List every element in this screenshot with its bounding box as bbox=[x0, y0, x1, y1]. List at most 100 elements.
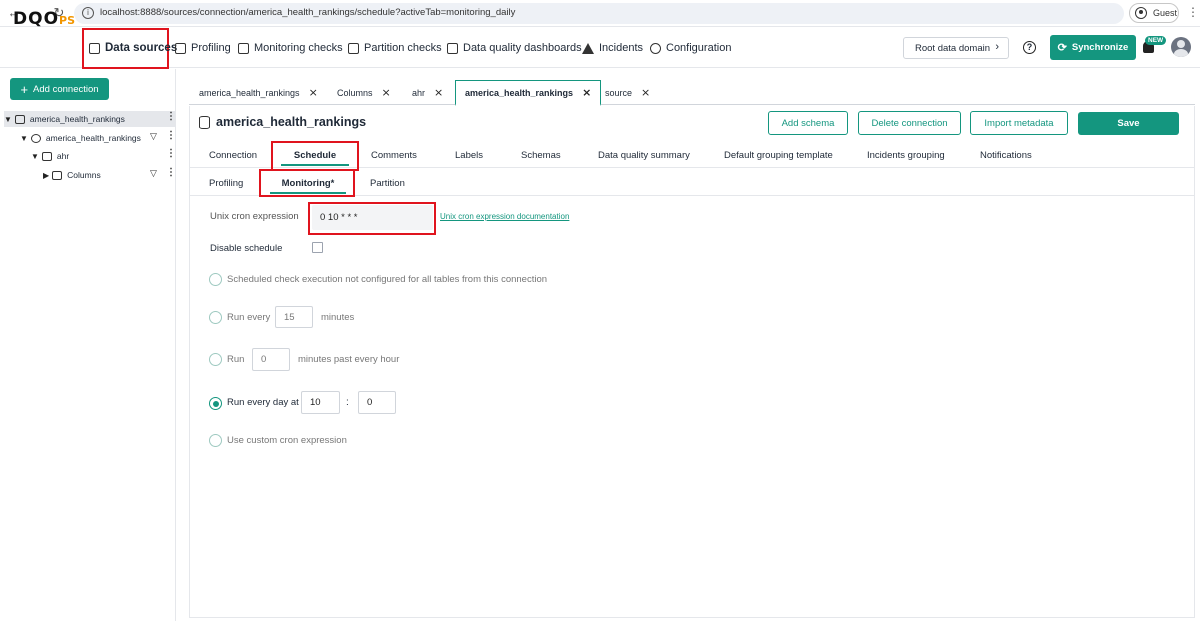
open-tab-active[interactable]: america_health_rankings × bbox=[455, 80, 602, 106]
nav-label: Data sources bbox=[105, 42, 178, 54]
nav-label: Profiling bbox=[191, 42, 231, 54]
schema-icon bbox=[30, 133, 41, 143]
nav-label: Data quality dashboards bbox=[463, 42, 582, 54]
logo-main: DQO bbox=[13, 9, 60, 29]
close-icon[interactable]: × bbox=[434, 86, 443, 99]
caret-down-icon: ▼ bbox=[31, 151, 39, 161]
open-tab[interactable]: source × bbox=[605, 80, 650, 105]
tab-notifications[interactable]: Notifications bbox=[980, 142, 1032, 168]
tab-data-quality-summary[interactable]: Data quality summary bbox=[598, 142, 690, 168]
browser-menu-icon[interactable]: ⋮ bbox=[1187, 5, 1199, 19]
kebab-menu-icon[interactable]: ⋮ bbox=[166, 130, 176, 141]
radio-custom-cron[interactable] bbox=[209, 434, 222, 447]
tab-incidents-grouping[interactable]: Incidents grouping bbox=[867, 142, 945, 168]
cron-documentation-link[interactable]: Unix cron expression documentation bbox=[440, 212, 569, 221]
partition-icon bbox=[348, 42, 359, 54]
run-every-minutes-input[interactable]: 15 bbox=[275, 306, 313, 328]
address-bar[interactable]: i localhost:8888/sources/connection/amer… bbox=[74, 3, 1124, 24]
tab-label: source bbox=[605, 87, 633, 98]
tree-label: america_health_rankings bbox=[45, 133, 141, 143]
run-hourly-minute-input[interactable]: 0 bbox=[252, 348, 290, 371]
tab-connection[interactable]: Connection bbox=[209, 142, 257, 168]
site-info-icon[interactable]: i bbox=[82, 7, 94, 19]
subtab-profiling[interactable]: Profiling bbox=[209, 170, 243, 196]
run-daily-minute-input[interactable]: 0 bbox=[358, 391, 396, 414]
caret-down-icon: ▼ bbox=[4, 114, 12, 124]
nav-partition-checks[interactable]: Partition checks bbox=[348, 28, 442, 68]
root-domain-button[interactable]: Root data domain › bbox=[903, 37, 1009, 59]
tree-item-connection[interactable]: ▼ america_health_rankings bbox=[4, 111, 176, 127]
subtab-partition[interactable]: Partition bbox=[370, 170, 405, 196]
tab-label: Columns bbox=[337, 87, 373, 98]
caret-right-icon: ▶ bbox=[43, 170, 50, 180]
synchronize-button[interactable]: ⟳ Synchronize bbox=[1050, 35, 1136, 60]
plus-icon: + bbox=[20, 81, 29, 97]
profiling-icon bbox=[175, 42, 186, 54]
save-button[interactable]: Save bbox=[1078, 112, 1179, 135]
close-icon[interactable]: × bbox=[582, 86, 591, 99]
nav-profiling[interactable]: Profiling bbox=[175, 28, 231, 68]
tab-default-grouping-template[interactable]: Default grouping template bbox=[724, 142, 833, 168]
highlight-box-monitoring bbox=[259, 169, 355, 197]
data-sources-icon bbox=[89, 42, 100, 54]
avatar[interactable] bbox=[1171, 37, 1191, 57]
kebab-menu-icon[interactable]: ⋮ bbox=[166, 111, 176, 122]
disable-schedule-label: Disable schedule bbox=[210, 243, 283, 254]
radio-run-every[interactable] bbox=[209, 311, 222, 324]
dashboard-icon bbox=[447, 42, 458, 54]
caret-down-icon: ▼ bbox=[20, 133, 28, 143]
tab-label: ahr bbox=[412, 87, 426, 98]
nav-incidents[interactable]: Incidents bbox=[582, 28, 643, 68]
synchronize-label: Synchronize bbox=[1071, 42, 1129, 53]
tree-label: ahr bbox=[56, 151, 70, 161]
delete-connection-button[interactable]: Delete connection bbox=[858, 111, 961, 135]
monitoring-icon bbox=[238, 42, 249, 54]
radio-not-configured-label: Scheduled check execution not configured… bbox=[227, 274, 548, 285]
time-separator: : bbox=[346, 397, 349, 408]
tab-labels[interactable]: Labels bbox=[455, 142, 483, 168]
run-daily-hour-input[interactable]: 10 bbox=[301, 391, 340, 414]
nav-configuration[interactable]: Configuration bbox=[650, 28, 731, 68]
import-metadata-button[interactable]: Import metadata bbox=[970, 111, 1068, 135]
disable-schedule-checkbox[interactable] bbox=[312, 242, 323, 253]
new-badge: NEW bbox=[1145, 36, 1167, 45]
filter-icon[interactable]: ▽ bbox=[150, 168, 157, 179]
database-icon bbox=[199, 115, 210, 129]
tab-comments[interactable]: Comments bbox=[371, 142, 417, 168]
url-text: localhost:8888/sources/connection/americ… bbox=[100, 7, 516, 18]
logo-suffix: PS bbox=[59, 14, 75, 27]
tree-item-schema[interactable]: ▼ america_health_rankings bbox=[20, 130, 141, 146]
tree-item-columns[interactable]: ▶ Columns bbox=[43, 167, 101, 183]
tab-schemas[interactable]: Schemas bbox=[521, 142, 561, 168]
close-icon[interactable]: × bbox=[641, 86, 650, 99]
add-schema-button[interactable]: Add schema bbox=[768, 111, 848, 135]
logo[interactable]: DQOPS bbox=[13, 9, 75, 29]
profile-button[interactable]: Guest bbox=[1129, 3, 1179, 23]
nav-monitoring-checks[interactable]: Monitoring checks bbox=[238, 28, 343, 68]
open-tab[interactable]: ahr × bbox=[412, 80, 443, 105]
open-tab[interactable]: Columns × bbox=[337, 80, 391, 105]
filter-icon[interactable]: ▽ bbox=[150, 131, 157, 142]
close-icon[interactable]: × bbox=[309, 86, 318, 99]
open-tab[interactable]: america_health_rankings × bbox=[199, 80, 318, 105]
highlight-box-cron bbox=[308, 202, 436, 235]
close-icon[interactable]: × bbox=[382, 86, 391, 99]
profile-icon bbox=[1135, 7, 1147, 19]
tree-item-table[interactable]: ▼ ahr bbox=[31, 148, 69, 164]
run-daily-label: Run every day at bbox=[227, 397, 299, 408]
help-icon[interactable]: ? bbox=[1023, 41, 1036, 54]
nav-data-sources[interactable]: Data sources bbox=[89, 28, 177, 68]
sync-icon: ⟳ bbox=[1057, 42, 1067, 54]
page-title: america_health_rankings bbox=[199, 115, 366, 129]
tab-label: america_health_rankings bbox=[199, 87, 300, 98]
radio-run-daily[interactable] bbox=[209, 397, 222, 410]
radio-not-configured[interactable] bbox=[209, 273, 222, 286]
database-icon bbox=[14, 114, 25, 124]
gear-icon bbox=[650, 42, 661, 54]
kebab-menu-icon[interactable]: ⋮ bbox=[166, 148, 176, 159]
radio-run-hourly[interactable] bbox=[209, 353, 222, 366]
kebab-menu-icon[interactable]: ⋮ bbox=[166, 167, 176, 178]
page-title-text: america_health_rankings bbox=[216, 115, 367, 129]
add-connection-button[interactable]: + Add connection bbox=[10, 78, 109, 100]
nav-data-quality-dashboards[interactable]: Data quality dashboards bbox=[447, 28, 582, 68]
